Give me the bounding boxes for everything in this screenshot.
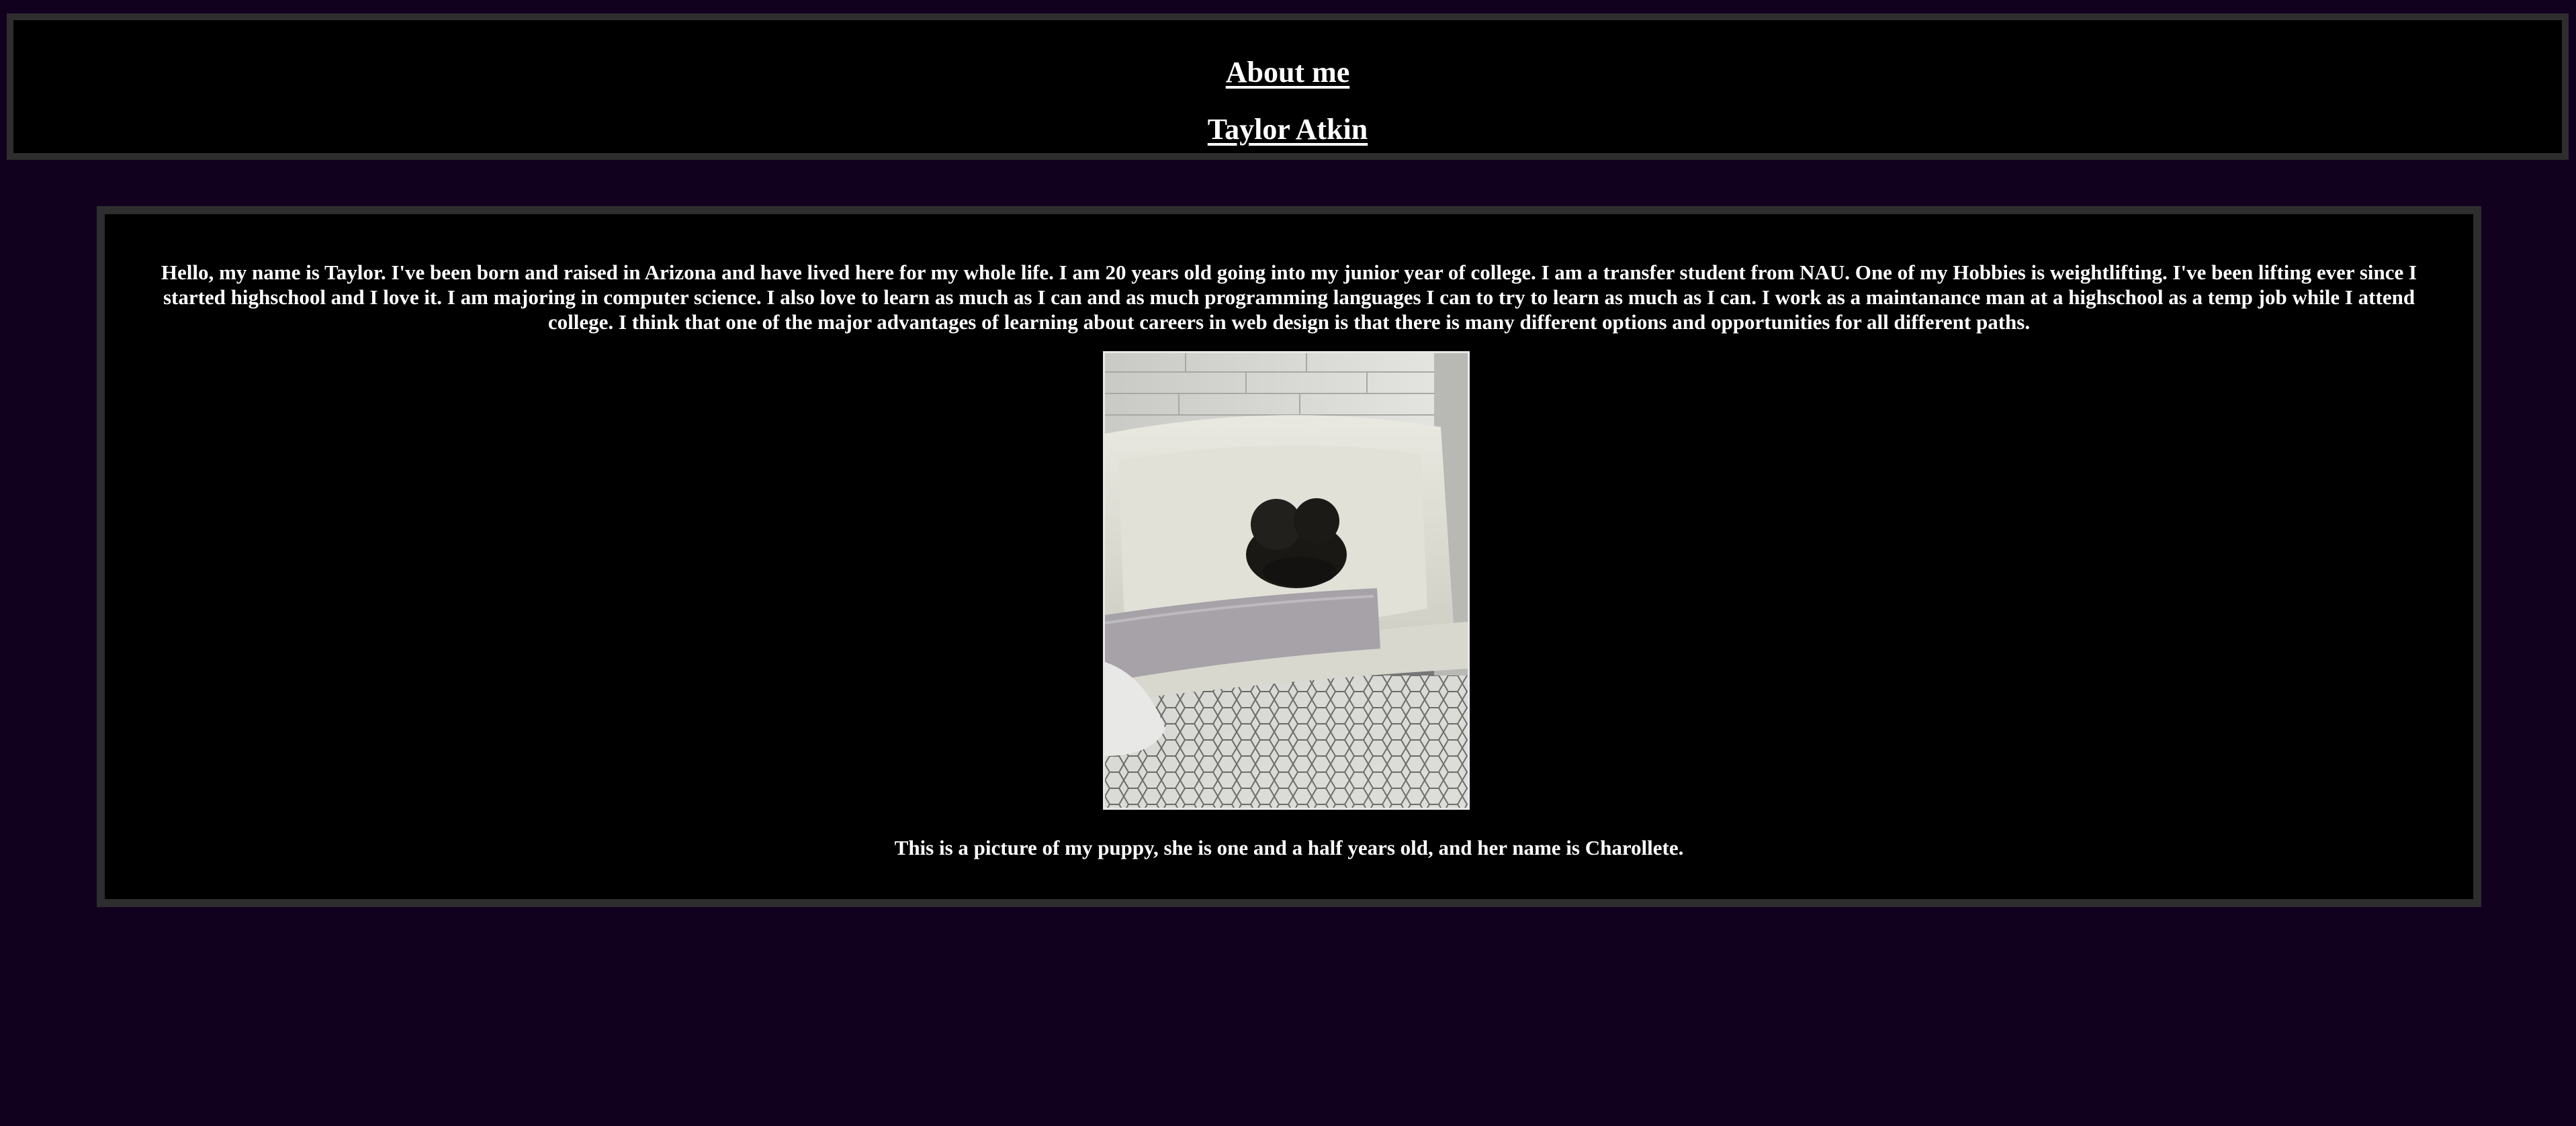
page-title: About me: [1225, 56, 1350, 89]
puppy-photo-illustration: [1105, 353, 1468, 808]
intro-paragraph: Hello, my name is Taylor. I've been born…: [161, 261, 2417, 334]
puppy-photo: [1103, 351, 1470, 810]
author-name: Taylor Atkin: [1207, 113, 1368, 146]
photo-caption: This is a picture of my puppy, she is on…: [894, 836, 1684, 859]
puppy-figure: [1246, 498, 1347, 588]
about-content-panel: Hello, my name is Taylor. I've been born…: [97, 206, 2481, 907]
header-banner: About me Taylor Atkin: [7, 13, 2569, 160]
